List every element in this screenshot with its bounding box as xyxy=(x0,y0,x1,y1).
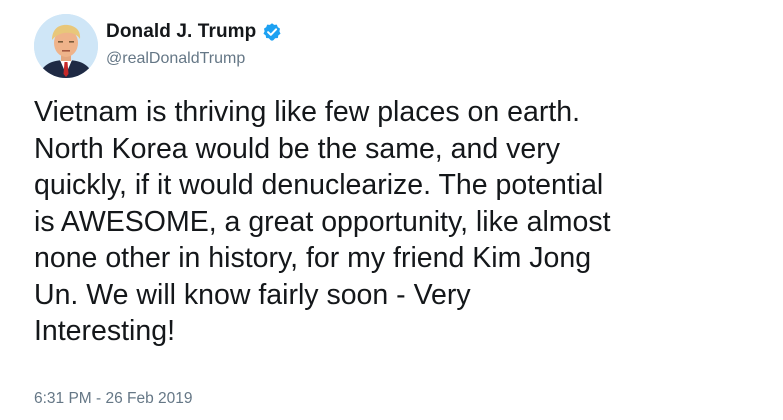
tweet-text: Vietnam is thriving like few places on e… xyxy=(34,94,764,350)
verified-badge-icon xyxy=(262,22,282,42)
tweet-text-line: Vietnam is thriving like few places on e… xyxy=(34,96,580,128)
author-name-row: Donald J. Trump xyxy=(106,20,282,44)
tweet-card: Donald J. Trump @realDonaldTrump Vietnam… xyxy=(0,0,783,420)
avatar[interactable] xyxy=(34,14,98,78)
author-display-name[interactable]: Donald J. Trump xyxy=(106,21,256,43)
tweet-text-line: is AWESOME, a great opportunity, like al… xyxy=(34,205,611,238)
author-handle[interactable]: @realDonaldTrump xyxy=(106,50,245,68)
tweet-text-line: Interesting! xyxy=(34,315,175,347)
tweet-text-line: quickly, if it would denuclearize. The p… xyxy=(34,169,604,201)
tweet-text-line: North Korea would be the same, and very xyxy=(34,132,560,165)
tweet-text-line: none other in history, for my friend Kim… xyxy=(34,242,592,274)
tweet-timestamp[interactable]: 6:31 PM - 26 Feb 2019 xyxy=(34,390,193,408)
profile-photo-icon xyxy=(34,14,98,78)
tweet-text-line: Un. We will know fairly soon - Very xyxy=(34,278,471,311)
